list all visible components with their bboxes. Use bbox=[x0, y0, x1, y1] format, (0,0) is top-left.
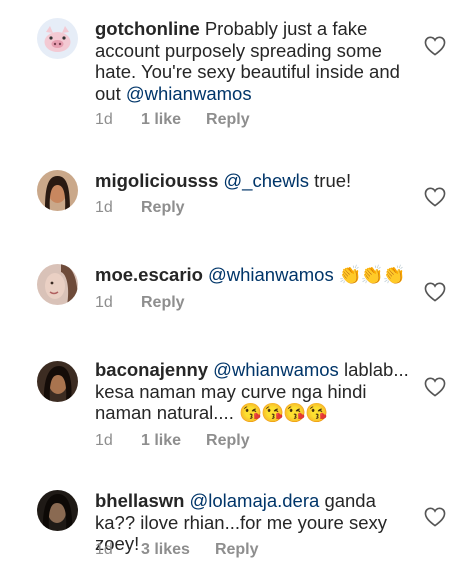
heart-outline-icon[interactable] bbox=[424, 187, 446, 207]
comment-text: baconajenny @whianwamos lablab... kesa na… bbox=[95, 359, 413, 424]
comment-username[interactable]: bhellaswn bbox=[95, 490, 184, 511]
mention-link[interactable]: @whianwamos bbox=[126, 83, 252, 104]
pig-avatar-icon bbox=[37, 18, 78, 59]
comment-meta: 1d 1 like Reply bbox=[95, 432, 250, 450]
comment-text: gotchonline Probably just a fake account … bbox=[95, 18, 413, 104]
comment-username[interactable]: migoliciousss bbox=[95, 170, 218, 191]
likes-count[interactable]: 1 like bbox=[141, 111, 181, 129]
avatar[interactable] bbox=[37, 170, 78, 211]
comment-text: moe.escario @whianwamos 👏👏👏 bbox=[95, 264, 413, 286]
heart-outline-icon[interactable] bbox=[424, 282, 446, 302]
heart-outline-icon[interactable] bbox=[424, 507, 446, 527]
heart-outline-icon[interactable] bbox=[424, 377, 446, 397]
likes-count[interactable]: 3 likes bbox=[141, 541, 190, 559]
comment-text: migoliciousss @_chewls true! bbox=[95, 170, 413, 192]
comment-username[interactable]: moe.escario bbox=[95, 264, 203, 285]
comment-timestamp: 1d bbox=[95, 111, 113, 128]
comment-meta: 1d Reply bbox=[95, 294, 185, 312]
avatar[interactable] bbox=[37, 18, 78, 59]
comment-timestamp: 1d bbox=[95, 432, 113, 449]
reply-button[interactable]: Reply bbox=[141, 199, 185, 216]
heart-outline-icon[interactable] bbox=[424, 36, 446, 56]
comment-timestamp: 1d bbox=[95, 541, 113, 558]
mention-link[interactable]: @_chewls bbox=[223, 170, 309, 191]
avatar[interactable] bbox=[37, 490, 78, 531]
mention-link[interactable]: @whianwamos bbox=[208, 264, 334, 285]
mention-link[interactable]: @lolamaja.dera bbox=[189, 490, 319, 511]
comment-meta: 1d 1 like Reply bbox=[95, 111, 250, 129]
avatar[interactable] bbox=[37, 361, 78, 402]
comment-username[interactable]: baconajenny bbox=[95, 359, 208, 380]
comment-meta: 1d 3 likes Reply bbox=[95, 541, 259, 559]
comment-timestamp: 1d bbox=[95, 199, 113, 216]
clapping-hands-emoji: 👏👏👏 bbox=[338, 264, 406, 285]
reply-button[interactable]: Reply bbox=[215, 541, 259, 558]
comment-timestamp: 1d bbox=[95, 294, 113, 311]
kiss-face-emoji: 😘😘😘😘 bbox=[238, 402, 328, 423]
reply-button[interactable]: Reply bbox=[206, 432, 250, 449]
likes-count[interactable]: 1 like bbox=[141, 432, 181, 450]
comment-body: true! bbox=[314, 170, 352, 191]
reply-button[interactable]: Reply bbox=[206, 111, 250, 128]
mention-link[interactable]: @whianwamos bbox=[213, 359, 339, 380]
comment-username[interactable]: gotchonline bbox=[95, 18, 200, 39]
reply-button[interactable]: Reply bbox=[141, 294, 185, 311]
avatar[interactable] bbox=[37, 264, 78, 305]
comment-meta: 1d Reply bbox=[95, 199, 185, 217]
